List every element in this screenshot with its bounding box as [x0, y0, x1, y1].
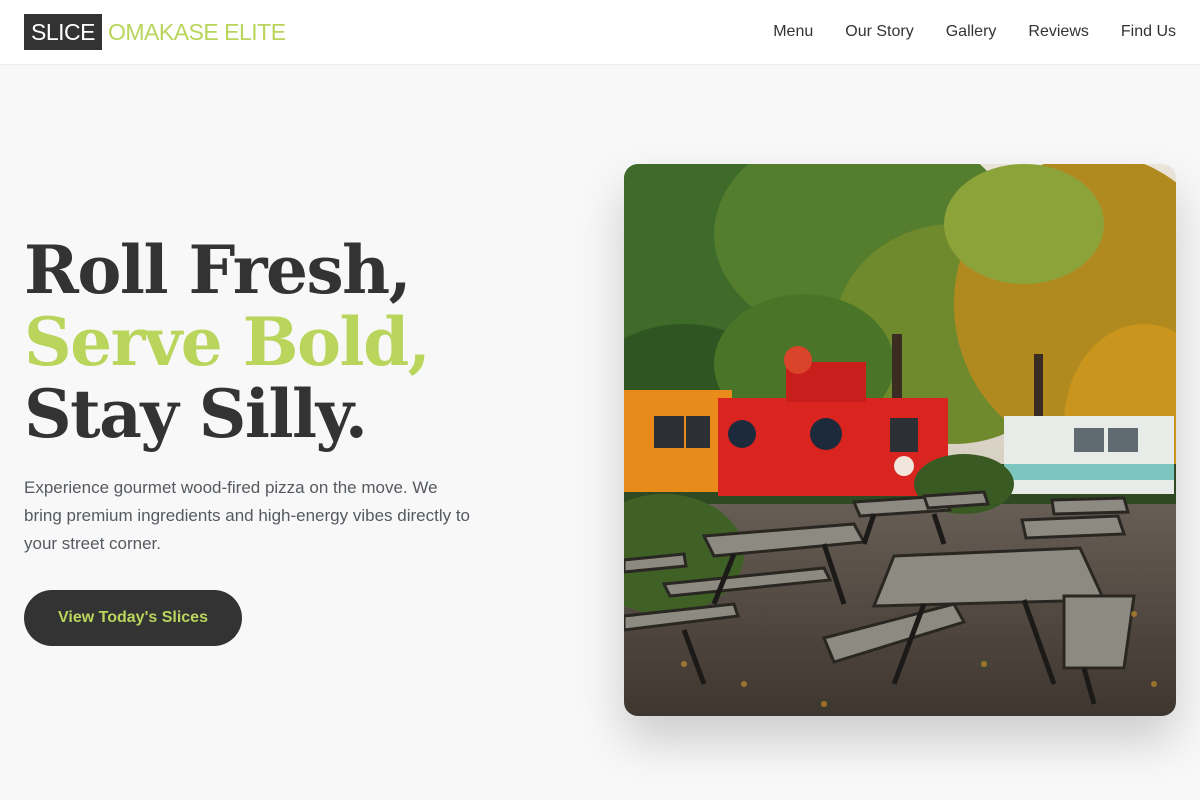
site-header: SLICE OMAKASE ELITE Menu Our Story Galle…: [0, 0, 1200, 65]
hero-title-line-2: Serve Bold,: [24, 303, 431, 381]
nav-link-find-us[interactable]: Find Us: [1121, 23, 1176, 41]
view-slices-button[interactable]: View Today's Slices: [24, 590, 242, 646]
hero-title-line-1: Roll Fresh,: [24, 231, 412, 309]
logo-box-text: SLICE: [24, 14, 102, 50]
brand-logo[interactable]: SLICE OMAKASE ELITE: [24, 14, 286, 50]
hero-title-line-3: Stay Silly.: [24, 375, 368, 453]
hero-food-truck-photo: [624, 164, 1176, 716]
main-nav: Menu Our Story Gallery Reviews Find Us: [773, 0, 1176, 64]
logo-brand-name: OMAKASE ELITE: [107, 18, 286, 45]
hero-title: Roll Fresh, Serve Bold, Stay Silly.: [24, 234, 584, 450]
nav-link-menu[interactable]: Menu: [773, 23, 813, 41]
nav-link-gallery[interactable]: Gallery: [946, 23, 997, 41]
nav-link-our-story[interactable]: Our Story: [845, 23, 913, 41]
nav-link-reviews[interactable]: Reviews: [1028, 23, 1088, 41]
hero-description: Experience gourmet wood-fired pizza on t…: [24, 478, 471, 553]
